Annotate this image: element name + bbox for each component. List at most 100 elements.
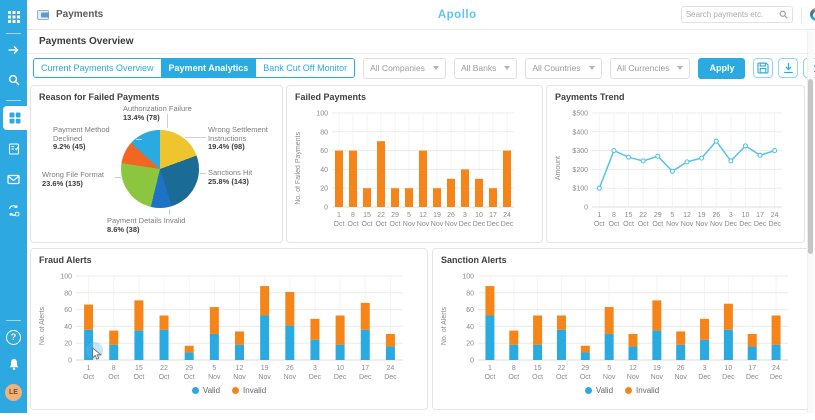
- svg-text:15: 15: [625, 212, 633, 219]
- module-title: Payments: [37, 9, 103, 21]
- svg-text:19: 19: [261, 365, 269, 372]
- svg-text:0: 0: [324, 205, 328, 212]
- svg-text:5: 5: [407, 212, 411, 219]
- svg-text:5: 5: [212, 365, 216, 372]
- svg-text:1: 1: [337, 212, 341, 219]
- sanction-alerts-stacked-bar-chart[interactable]: 0204060801001Oct8Oct15Oct22Oct29Oct5Nov1…: [452, 268, 798, 384]
- pie-leader-line: [167, 114, 168, 128]
- card-payments-trend: Payments Trend Amount 0$100$200$300$400$…: [546, 85, 805, 243]
- legend-item-valid[interactable]: Valid: [585, 386, 613, 395]
- save-view-button[interactable]: [753, 58, 773, 78]
- pie-label-value: 19.4% (98): [208, 143, 290, 152]
- svg-text:22: 22: [160, 365, 168, 372]
- filter-companies[interactable]: All Companies: [363, 58, 446, 79]
- pie-label-name: Payment Method Declined: [53, 125, 110, 143]
- svg-text:Nov: Nov: [651, 374, 664, 381]
- filter-currencies[interactable]: All Currencies: [610, 58, 691, 79]
- pie-label-authorization-failure: Authorization Failure13.4% (78): [123, 105, 241, 122]
- pie-label-value: 13.4% (78): [123, 114, 241, 123]
- svg-text:3: 3: [463, 212, 467, 219]
- svg-text:40: 40: [466, 324, 474, 331]
- svg-text:Dec: Dec: [754, 221, 767, 228]
- svg-text:22: 22: [639, 212, 647, 219]
- brand-logo-apollo: Apollo: [438, 9, 477, 21]
- svg-text:20: 20: [64, 341, 72, 348]
- y-axis-label: Amount: [555, 156, 566, 180]
- payments-trend-line-chart[interactable]: 0$100$200$300$400$5001Oct8Oct15Oct22Oct2…: [566, 105, 792, 231]
- search-input[interactable]: [686, 10, 776, 19]
- scrollbar-track[interactable]: [807, 31, 814, 413]
- svg-text:Oct: Oct: [652, 221, 663, 228]
- svg-text:Nov: Nov: [417, 221, 430, 228]
- svg-text:Oct: Oct: [184, 374, 195, 381]
- svg-text:Dec: Dec: [746, 374, 759, 381]
- card-reason-for-failed-payments: Reason for Failed Payments Authorization…: [30, 85, 283, 243]
- svg-text:0: 0: [68, 358, 72, 365]
- charts-row-2: Fraud Alerts No. of Alerts 0204060801001…: [27, 248, 815, 410]
- svg-text:80: 80: [64, 290, 72, 297]
- svg-text:100: 100: [462, 274, 474, 281]
- search-box[interactable]: [681, 6, 793, 23]
- svg-text:20: 20: [466, 341, 474, 348]
- tab-current-payments-overview[interactable]: Current Payments Overview: [33, 58, 162, 78]
- apps-grid-icon[interactable]: [0, 6, 27, 28]
- pie-label-name: Wrong File Format: [42, 170, 104, 179]
- svg-text:0: 0: [470, 358, 474, 365]
- filter-countries[interactable]: All Countries: [525, 58, 601, 79]
- svg-text:Dec: Dec: [459, 221, 472, 228]
- svg-text:15: 15: [135, 365, 143, 372]
- svg-text:Dec: Dec: [334, 374, 347, 381]
- sidebar-divider: [6, 33, 21, 34]
- svg-text:29: 29: [654, 212, 662, 219]
- tab-payment-analytics[interactable]: Payment Analytics: [161, 58, 257, 78]
- save-icon: [757, 62, 769, 74]
- chart-legend[interactable]: Valid Invalid: [441, 384, 803, 397]
- svg-text:Oct: Oct: [580, 374, 591, 381]
- search-icon[interactable]: [0, 69, 27, 91]
- pie-leader-line: [136, 139, 142, 140]
- user-avatar[interactable]: LE: [0, 381, 27, 403]
- sync-currency-icon[interactable]: [0, 199, 27, 221]
- scrollbar-thumb[interactable]: [808, 79, 813, 254]
- highradius-logo-icon: [810, 8, 815, 21]
- chart-legend[interactable]: Valid Invalid: [39, 384, 419, 397]
- sidebar-item-dashboard-active[interactable]: [3, 106, 27, 130]
- filter-banks[interactable]: All Banks: [454, 58, 517, 79]
- reports-icon[interactable]: [0, 138, 27, 160]
- legend-dot: [585, 387, 592, 394]
- svg-text:Dec: Dec: [487, 221, 500, 228]
- legend-item-invalid[interactable]: Invalid: [232, 386, 266, 395]
- svg-text:40: 40: [320, 167, 328, 174]
- arrow-right-icon[interactable]: [0, 39, 27, 61]
- svg-text:22: 22: [377, 212, 385, 219]
- svg-text:12: 12: [236, 365, 244, 372]
- svg-text:Dec: Dec: [501, 221, 514, 228]
- legend-item-valid[interactable]: Valid: [192, 386, 220, 395]
- svg-text:Dec: Dec: [722, 374, 735, 381]
- pie-label-wrong-file-format: Wrong File Format23.6% (135): [42, 171, 154, 188]
- failed-payments-bar-chart[interactable]: 0204060801001Oct8Oct15Oct22Oct29Oct5Nov1…: [306, 105, 524, 231]
- svg-text:Dec: Dec: [309, 374, 322, 381]
- apply-button[interactable]: Apply: [698, 58, 745, 79]
- svg-text:12: 12: [629, 365, 637, 372]
- legend-item-invalid[interactable]: Invalid: [625, 386, 659, 395]
- download-button[interactable]: [778, 58, 798, 78]
- mail-icon[interactable]: [0, 168, 27, 190]
- fraud-alerts-stacked-bar-chart[interactable]: 0204060801001Oct8Oct15Oct22Oct29Oct5Nov1…: [50, 268, 413, 384]
- chart-title: Sanction Alerts: [441, 255, 803, 268]
- svg-text:Dec: Dec: [698, 374, 711, 381]
- tab-bank-cut-off-monitor[interactable]: Bank Cut Off Monitor: [255, 58, 355, 78]
- search-icon[interactable]: [779, 10, 788, 19]
- payments-module-icon: [37, 9, 51, 21]
- help-icon[interactable]: ?: [0, 326, 27, 348]
- legend-label: Valid: [203, 386, 220, 395]
- svg-text:8: 8: [112, 365, 116, 372]
- svg-text:24: 24: [503, 212, 511, 219]
- chevron-down-icon: [589, 66, 595, 70]
- svg-text:8: 8: [351, 212, 355, 219]
- svg-text:80: 80: [320, 129, 328, 136]
- bell-icon[interactable]: [0, 353, 27, 375]
- chart-title: Failed Payments: [295, 92, 534, 105]
- svg-text:24: 24: [771, 212, 779, 219]
- svg-text:8: 8: [612, 212, 616, 219]
